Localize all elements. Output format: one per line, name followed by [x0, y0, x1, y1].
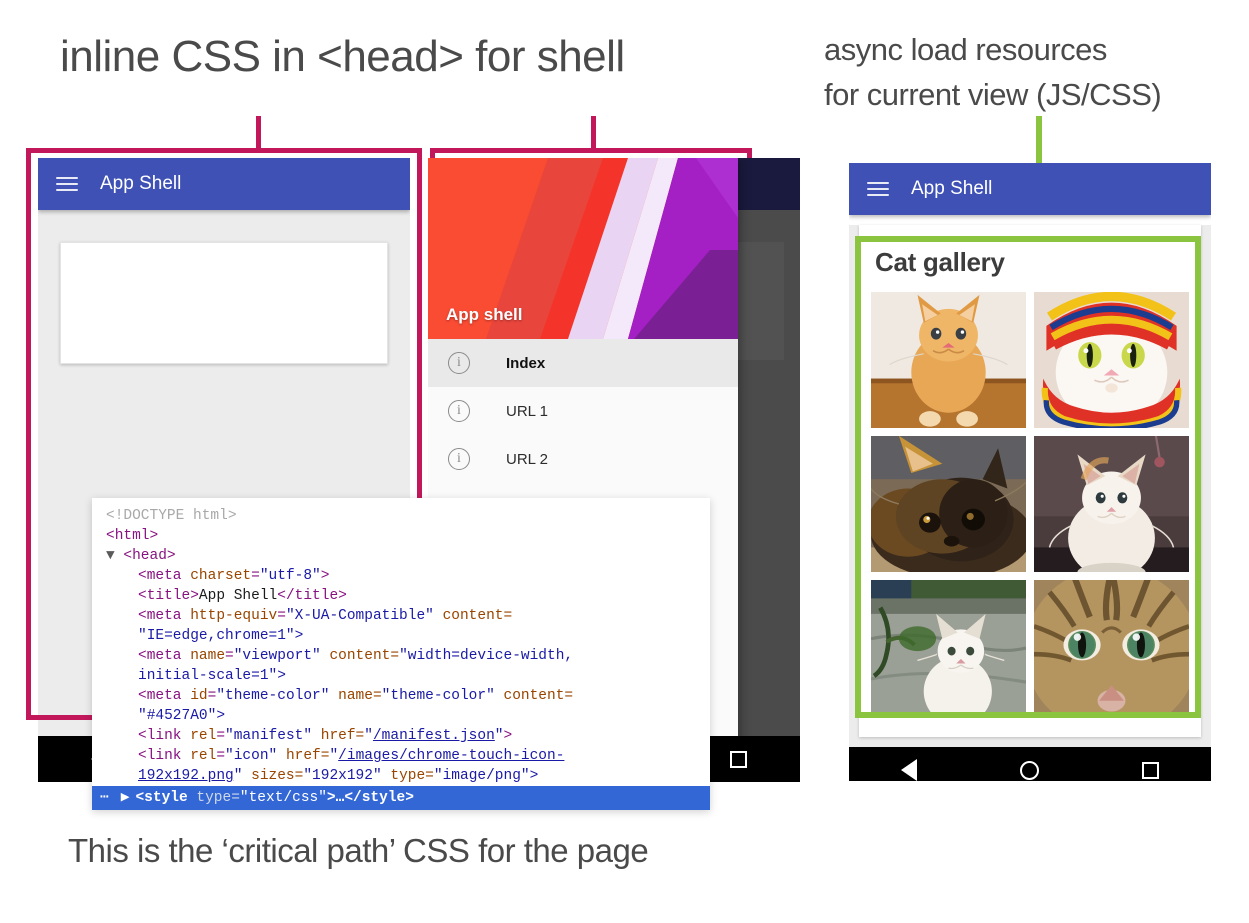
- annotation-box-gallery: [855, 236, 1201, 718]
- code-line-title: <title>App Shell</title>: [92, 586, 710, 606]
- hamburger-icon[interactable]: [867, 181, 889, 197]
- drawer-header-image: App shell: [428, 158, 738, 339]
- drawer-item-index[interactable]: i Index: [428, 339, 738, 387]
- more-options-icon[interactable]: ⋯: [92, 788, 121, 808]
- back-triangle-icon[interactable]: [901, 759, 917, 781]
- code-line-head[interactable]: ▼ <head>: [92, 546, 710, 566]
- android-nav-bar-gallery: [849, 747, 1211, 781]
- expand-triangle-icon[interactable]: ▶: [121, 788, 136, 808]
- code-line-http-equiv-cont: "IE=edge,chrome=1">: [92, 626, 710, 646]
- annotation-caption-async-load: async load resources for current view (J…: [824, 28, 1161, 118]
- annotation-leader-line-middle: [591, 116, 596, 152]
- code-line-meta-http-equiv: <meta http-equiv="X-UA-Compatible" conte…: [92, 606, 710, 626]
- app-bar-shell: App Shell: [38, 158, 410, 210]
- code-line-meta-charset: <meta charset="utf-8">: [92, 566, 710, 586]
- code-line-link-icon-cont: 192x192.png" sizes="192x192" type="image…: [92, 766, 710, 786]
- drawer-item-url-1[interactable]: i URL 1: [428, 387, 738, 435]
- icon-href-link[interactable]: /images/chrome-touch-icon-: [338, 748, 564, 764]
- code-line-html: <html>: [92, 526, 710, 546]
- code-line-link-icon: <link rel="icon" href="/images/chrome-to…: [92, 746, 710, 766]
- annotation-caption-inline-css: inline CSS in <head> for shell: [60, 32, 625, 82]
- app-bar-gallery: App Shell: [849, 163, 1211, 215]
- recents-square-icon[interactable]: [730, 751, 747, 768]
- app-bar-title: App Shell: [911, 178, 992, 200]
- recents-square-icon[interactable]: [1142, 762, 1159, 779]
- drawer-item-label: URL 2: [506, 451, 548, 468]
- info-icon: i: [448, 352, 470, 374]
- devtools-elements-panel[interactable]: <!DOCTYPE html> <html> ▼ <head> <meta ch…: [92, 498, 710, 810]
- drawer-item-label: URL 1: [506, 403, 548, 420]
- slide-canvas: inline CSS in <head> for shell async loa…: [0, 0, 1249, 923]
- code-line-doctype: <!DOCTYPE html>: [92, 506, 710, 526]
- code-line-link-manifest: <link rel="manifest" href="/manifest.jso…: [92, 726, 710, 746]
- code-line-style-selected[interactable]: ⋯▶<style type="text/css">…</style>: [92, 786, 710, 810]
- annotation-caption-critical-path: This is the ‘critical path’ CSS for the …: [68, 832, 648, 870]
- code-line-meta-viewport: <meta name="viewport" content="width=dev…: [92, 646, 710, 666]
- hamburger-icon[interactable]: [56, 176, 78, 192]
- code-line-viewport-cont: initial-scale=1">: [92, 666, 710, 686]
- annotation-leader-line-left: [256, 116, 261, 152]
- home-circle-icon[interactable]: [1020, 761, 1039, 780]
- info-icon: i: [448, 400, 470, 422]
- info-icon: i: [448, 448, 470, 470]
- app-bar-title: App Shell: [100, 173, 181, 195]
- drawer-item-url-2[interactable]: i URL 2: [428, 435, 738, 483]
- drawer-header-label: App shell: [446, 305, 523, 325]
- code-line-theme-color-cont: "#4527A0">: [92, 706, 710, 726]
- expand-triangle-icon[interactable]: ▼: [106, 548, 115, 564]
- code-line-meta-theme-color: <meta id="theme-color" name="theme-color…: [92, 686, 710, 706]
- drawer-item-label: Index: [506, 355, 545, 372]
- manifest-href-link[interactable]: /manifest.json: [373, 728, 495, 744]
